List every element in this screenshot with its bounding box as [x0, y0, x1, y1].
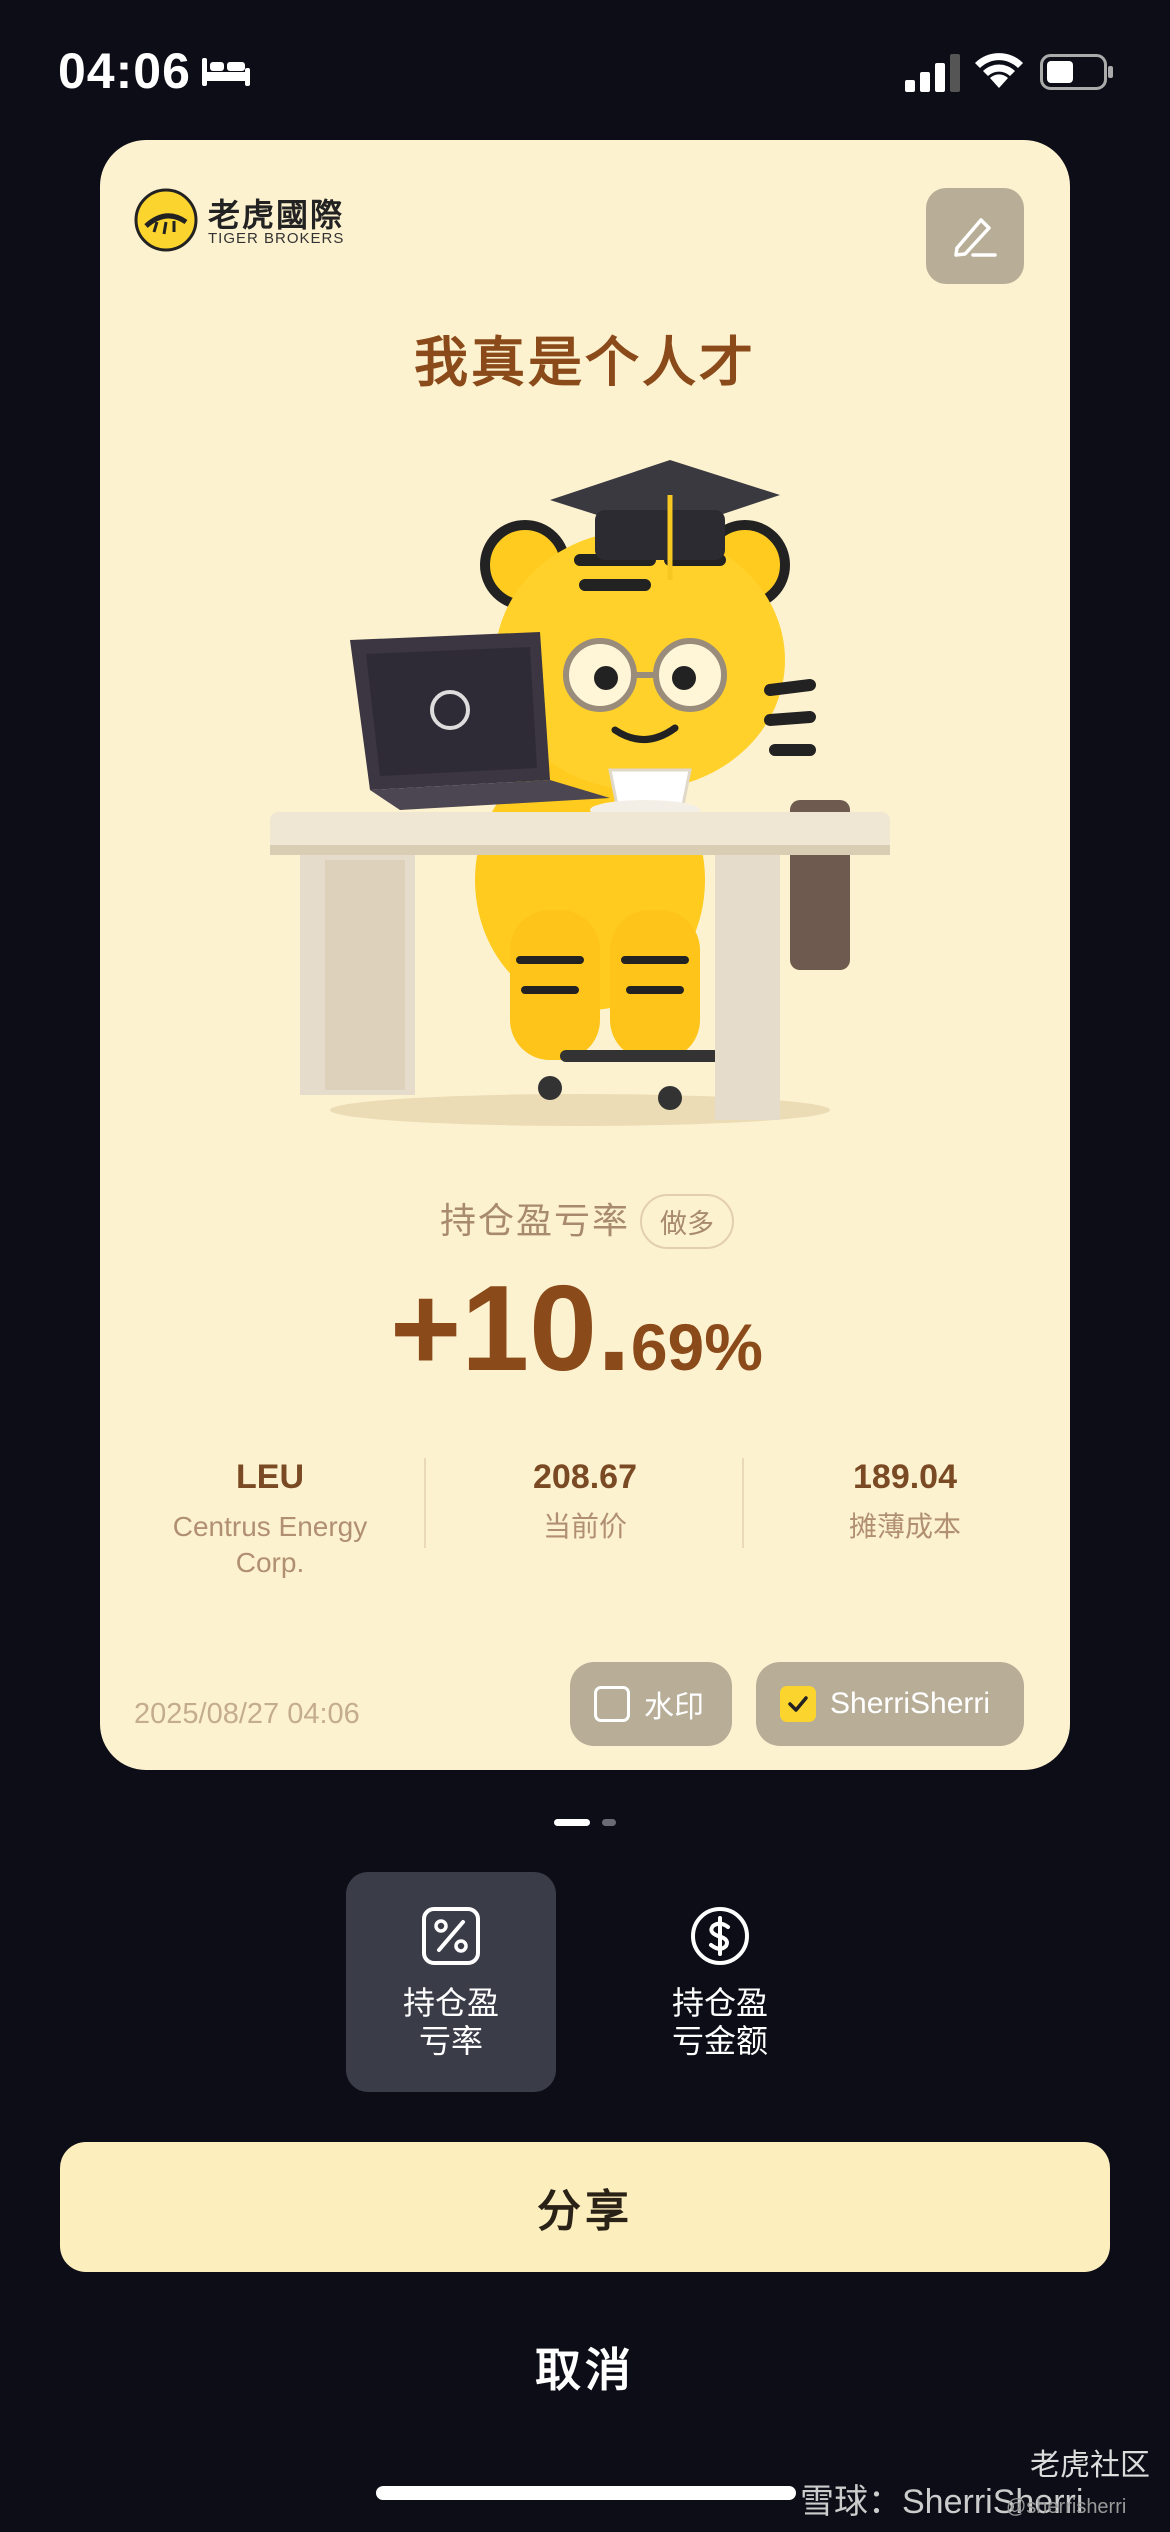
watermark-label: 水印	[644, 1691, 704, 1724]
battery-icon	[1040, 54, 1113, 90]
tiger-brokers-logo	[134, 188, 198, 252]
username-checkbox[interactable]	[780, 1686, 816, 1722]
tiger-mascot-illustration	[270, 460, 890, 1126]
mode-pnl-rate[interactable]: 持仓盈 亏率	[346, 1872, 556, 2092]
page-indicator-active	[554, 1819, 590, 1826]
pencil-icon	[954, 218, 997, 257]
diluted-cost-label: 摊薄成本	[848, 1511, 961, 1542]
pnl-rate-value: +10.69%	[390, 1258, 763, 1398]
stat-ticker: LEU Centrus Energy Corp.	[140, 1458, 400, 1581]
home-indicator[interactable]	[376, 2486, 796, 2500]
wifi-icon	[975, 53, 1023, 88]
bed-icon	[202, 58, 250, 86]
mode-pnl-amount[interactable]: 持仓盈 亏金额	[615, 1872, 825, 2092]
watermark-checkbox[interactable]	[594, 1686, 630, 1722]
ticker-symbol: LEU	[236, 1458, 304, 1496]
share-button[interactable]: 分享	[60, 2142, 1110, 2272]
percent-icon	[422, 1907, 480, 1965]
edit-button[interactable]	[926, 188, 1024, 284]
mode-label-line2: 亏率	[418, 2023, 483, 2059]
pnl-rate-integer: +10.	[390, 1260, 631, 1396]
handle-watermark: @sherrisherri	[1006, 2496, 1127, 2518]
diluted-cost-value: 189.04	[853, 1458, 957, 1496]
dollar-icon	[691, 1907, 749, 1965]
cancel-button[interactable]: 取消	[0, 2334, 1170, 2400]
mode-label-line2: 亏金额	[671, 2023, 768, 2059]
page-indicator	[602, 1819, 616, 1826]
current-price-value: 208.67	[533, 1458, 637, 1496]
mode-label-line1: 持仓盈	[671, 1985, 768, 2021]
stat-current-price: 208.67 当前价	[430, 1458, 740, 1545]
username-toggle[interactable]: SherriSherri	[756, 1662, 1024, 1746]
mode-label: 持仓盈 亏率	[346, 1984, 556, 2060]
position-direction-tag: 做多	[640, 1194, 734, 1249]
brand-name-en: TIGER BROKERS	[208, 230, 345, 247]
pnl-rate-decimal: 69%	[630, 1310, 763, 1384]
checkmark-icon	[788, 1696, 808, 1712]
card-date: 2025/08/27 04:06	[134, 1698, 360, 1730]
watermark-toggle[interactable]: 水印	[570, 1662, 732, 1746]
pnl-rate-label: 持仓盈亏率	[440, 1200, 631, 1241]
mode-label: 持仓盈 亏金额	[615, 1984, 825, 2060]
mode-label-line1: 持仓盈	[402, 1985, 499, 2021]
cellular-signal-icon	[905, 54, 960, 92]
username-label: SherriSherri	[830, 1687, 991, 1720]
company-name: Centrus Energy Corp.	[172, 1511, 368, 1578]
card-headline: 我真是个人才	[414, 333, 756, 393]
status-time: 04:06	[58, 43, 191, 99]
stat-divider	[742, 1458, 744, 1548]
stat-divider	[424, 1458, 426, 1548]
current-price-label: 当前价	[542, 1511, 627, 1542]
stat-diluted-cost: 189.04 摊薄成本	[750, 1458, 1060, 1545]
